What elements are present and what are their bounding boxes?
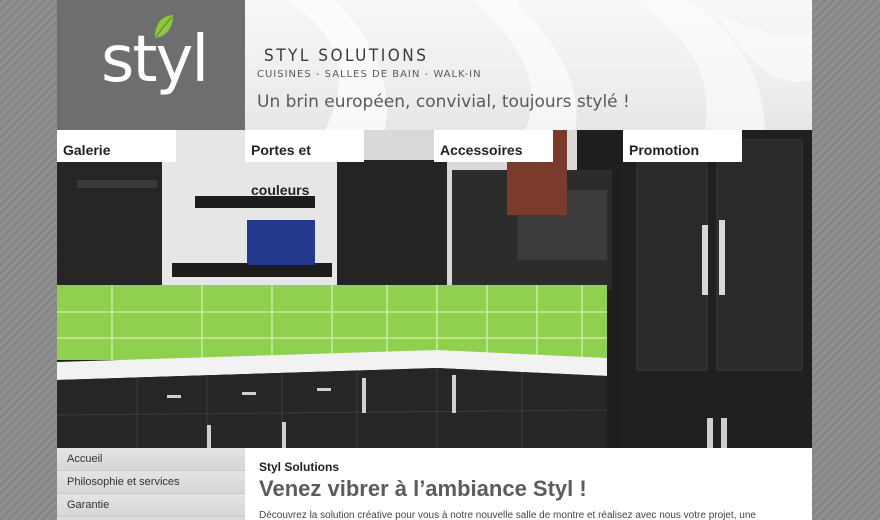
logo[interactable]: styl: [57, 0, 245, 130]
page: styl STYL SOLUTIONS CUISINES - SALLES DE…: [57, 0, 812, 520]
kitchen-photo: Galerie Portes et couleurs Accessoires P…: [57, 130, 812, 448]
sidebar-item-garantie[interactable]: Garantie: [57, 494, 245, 517]
brand-title: STYL SOLUTIONS: [264, 46, 429, 66]
sidebar-item-philosophie[interactable]: Philosophie et services: [57, 471, 245, 494]
brand-subtitle: CUISINES - SALLES DE BAIN - WALK-IN: [257, 69, 482, 80]
tagline: Un brin européen, convivial, toujours st…: [257, 92, 630, 112]
content-heading: Venez vibrer à l’ambiance Styl !: [259, 476, 587, 501]
sidebar-item-accueil[interactable]: Accueil: [57, 448, 245, 471]
header-banner: STYL SOLUTIONS CUISINES - SALLES DE BAIN…: [245, 0, 812, 130]
sidebar-nav: Accueil Philosophie et services Garantie: [57, 448, 245, 520]
content-body: Découvrez la solution créative pour vous…: [259, 510, 756, 520]
tab-portes-et-couleurs[interactable]: Portes et couleurs: [245, 130, 364, 198]
tab-accessoires[interactable]: Accessoires: [434, 130, 553, 162]
tab-promotion[interactable]: Promotion: [623, 130, 742, 162]
logo-text: styl: [101, 23, 209, 97]
content-title: Styl Solutions: [259, 460, 340, 474]
tab-galerie[interactable]: Galerie: [57, 130, 176, 162]
kitchen-illustration: [57, 130, 812, 448]
main-content: Styl Solutions Venez vibrer à l’ambiance…: [259, 448, 804, 520]
